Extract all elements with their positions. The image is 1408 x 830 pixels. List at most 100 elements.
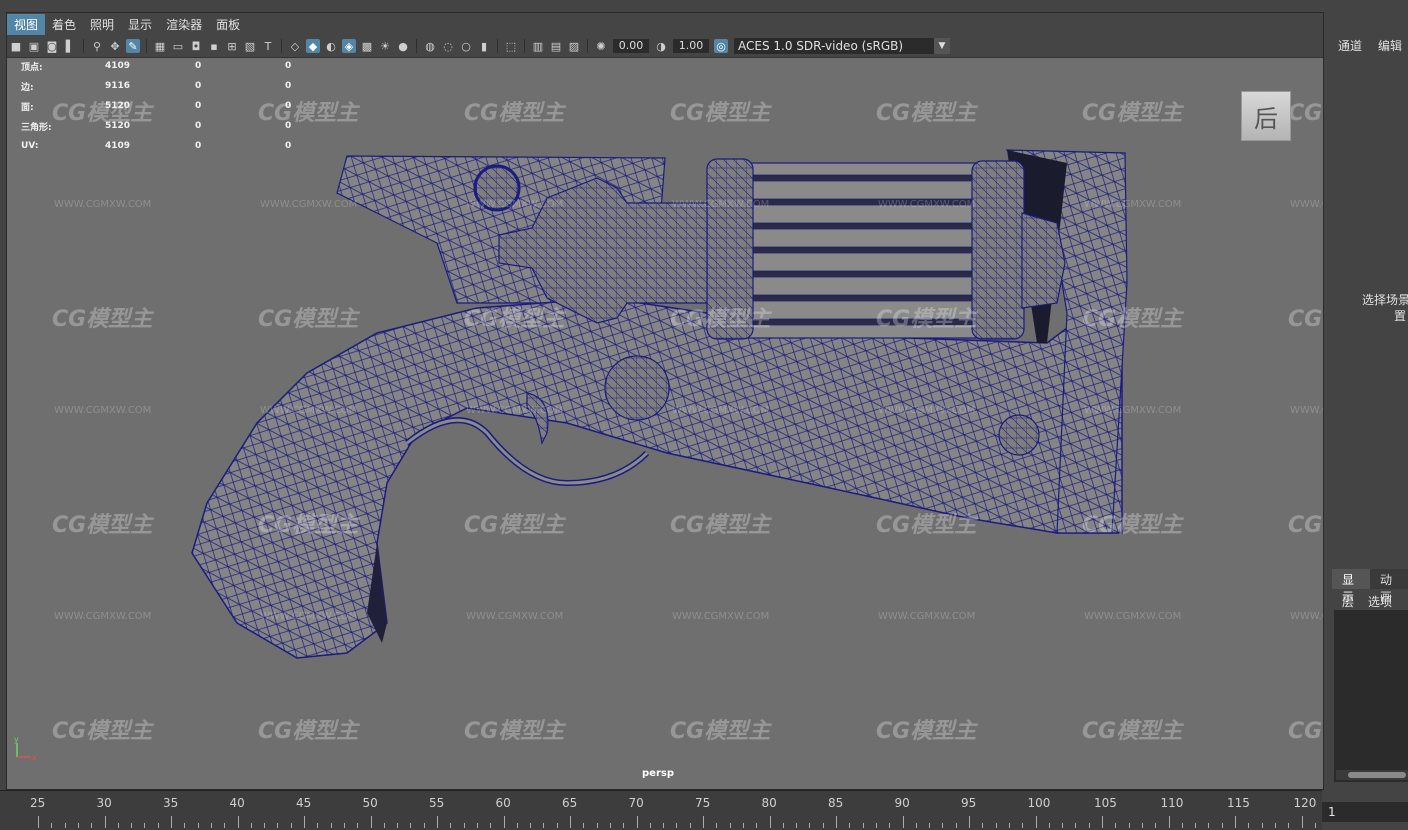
time-slider[interactable]: 25 30 35 40 45 50 55 60 65 70 75 80 85 90 95 100 105 110 1… [0,790,1322,830]
hud-stat-total: 4109 [105,61,131,71]
antialias-icon[interactable]: ○ [459,39,473,53]
menu-show[interactable]: 显示 [121,14,159,35]
timeline-tick [862,823,864,828]
timeline-tick [250,823,252,828]
separator [146,39,147,53]
timeline-tick [516,823,518,828]
gamma-field[interactable]: 1.00 [673,39,709,53]
timeline-tick [769,816,771,828]
tab-channels[interactable]: 通道 [1338,37,1362,54]
timeline-tick [782,823,784,828]
timeline-tick [1102,816,1103,828]
2d-pan-icon[interactable]: ✥ [108,39,122,53]
timeline-tick [290,823,292,828]
timeline-tick [1048,823,1050,828]
timeline-tick [929,823,931,828]
xray-components-icon[interactable]: ▨ [567,39,581,53]
hud-row: 顶点: 4109 0 0 [21,56,349,76]
scrollbar-thumb[interactable] [1348,772,1406,778]
menu-view[interactable]: 视图 [7,13,46,35]
timeline-tick [1261,823,1263,828]
timeline-tick [889,823,891,828]
timeline-tick-label: 25 [30,796,46,810]
safe-action-icon[interactable]: ▧ [243,39,257,53]
timeline-tick-label: 115 [1227,796,1250,810]
grid-icon[interactable]: ▦ [153,39,167,53]
watermark-logo: CG模型主 [876,513,977,538]
motion-blur-icon[interactable]: ◌ [441,39,455,53]
grease-pencil-icon[interactable]: ✎ [126,39,140,53]
timeline-tick [224,823,226,828]
color-management-icon[interactable]: ◎ [714,39,728,53]
smooth-shade-icon[interactable]: ◆ [306,39,320,53]
menu-shading[interactable]: 着色 [45,14,83,35]
menu-renderer[interactable]: 渲染器 [159,14,209,35]
viewport-menubar: 视图 着色 照明 显示 渲染器 面板 [7,13,1323,35]
ambient-occlusion-icon[interactable]: ◍ [423,39,437,53]
resolution-gate-icon[interactable]: ◘ [189,39,203,53]
safe-title-icon[interactable]: T [261,39,275,53]
chevron-down-icon: ▼ [934,38,950,54]
camera-select-icon[interactable]: ■ [9,39,23,53]
wireframe-on-shaded-icon[interactable]: ◈ [342,39,356,53]
film-gate-icon[interactable]: ▭ [171,39,185,53]
colorspace-dropdown[interactable]: ACES 1.0 SDR-video (sRGB) ▼ [734,38,950,54]
xray-joints-icon[interactable]: ▤ [549,39,563,53]
menu-lighting[interactable]: 照明 [83,14,121,35]
timeline-tick-label: 110 [1160,796,1184,810]
timeline-tick [171,816,172,828]
gamma-icon[interactable]: ◑ [654,39,668,53]
textured-icon[interactable]: ▩ [360,39,374,53]
timeline-tick [822,823,824,828]
depth-of-field-icon[interactable]: ▮ [477,39,491,53]
image-plane-icon[interactable]: ⚲ [90,39,104,53]
hud-row: 面: 5120 0 0 [21,96,349,116]
hud-stat-label: 边: [21,82,34,93]
layer-list[interactable] [1334,610,1408,782]
timeline-tick [689,823,691,828]
field-chart-icon[interactable]: ⊞ [225,39,239,53]
watermark-logo: CG模型主 [258,307,359,332]
timeline-tick [796,823,798,828]
hud-stat-selected: 0 [195,81,202,91]
exposure-icon[interactable]: ✺ [594,39,608,53]
hud-stat-triangles: 0 [285,81,292,91]
tab-anim[interactable]: 动画 [1370,569,1408,604]
hud-stat-total: 5120 [105,101,131,111]
watermark-logo: CG模型主 [258,513,359,538]
menu-options[interactable]: 选项 [1368,593,1392,610]
view-cube[interactable]: 后 [1241,91,1291,141]
watermark-url: WWW.CGMXW.COM [1290,199,1323,210]
bookmark-icon[interactable]: ▌ [63,39,77,53]
camera-lock-icon[interactable]: ▣ [27,39,41,53]
hud-stat-total: 5120 [105,121,131,131]
shadows-icon[interactable]: ● [396,39,410,53]
timeline-tick-label: 70 [628,796,644,810]
timeline-tick [210,823,212,828]
exposure-field[interactable]: 0.00 [613,39,649,53]
gate-mask-icon[interactable]: ▪ [207,39,221,53]
current-frame-field[interactable]: 1 [1322,802,1408,822]
layer-editor-tabs: 显示 动画 [1332,569,1408,604]
default-material-icon[interactable]: ◐ [324,39,338,53]
timeline-tick-label: 35 [163,796,179,810]
layer-list-scrollbar[interactable] [1336,770,1408,780]
watermark-logo: CG模型主 [1288,513,1323,538]
menu-layers[interactable]: 层 [1342,593,1354,610]
isolate-select-icon[interactable]: ⬚ [504,39,518,53]
camera-attrs-icon[interactable]: ◙ [45,39,59,53]
menu-panels[interactable]: 面板 [209,14,247,35]
viewport-panel[interactable]: CG模型主 WWW.CGMXW.COM CG模型主 WWW.CGMXW.COM CG模型… [6,12,1324,790]
timeline-tick [370,816,372,828]
hud-stat-triangles: 0 [285,61,292,71]
xray-icon[interactable]: ▥ [531,39,545,53]
separator [587,39,588,53]
watermark-url: WWW.CGMXW.COM [878,199,976,210]
tab-display[interactable]: 显示 [1332,569,1370,604]
tab-edit[interactable]: 编辑 [1378,37,1402,54]
timeline-tick [1221,823,1223,828]
lights-icon[interactable]: ☀ [378,39,392,53]
wireframe-icon[interactable]: ◇ [288,39,302,53]
watermark-logo: CG模型主 [876,307,977,332]
timeline-tick [357,823,359,828]
